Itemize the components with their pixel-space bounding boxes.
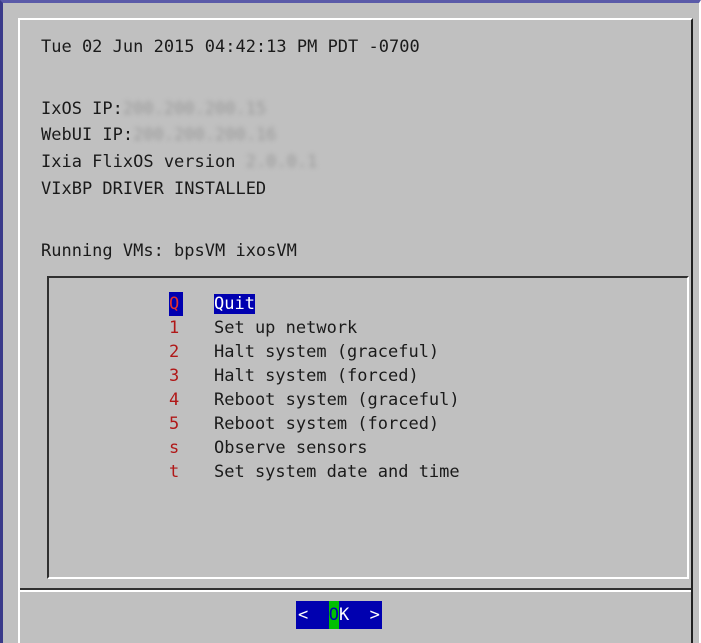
datetime-text: Tue 02 Jun 2015 04:42:13 PM PDT -0700 (41, 37, 420, 57)
menu-list: Q Quit 1 Set up network 2 Halt system (grac… (47, 276, 689, 579)
menu-key: s (169, 438, 180, 458)
menu-item-halt-graceful[interactable]: 2 Halt system (graceful) (169, 340, 439, 364)
webui-ip-row: WebUI IP:200.200.200.16 (41, 124, 276, 146)
menu-label: Set system date and time (214, 462, 460, 482)
menu-item-quit[interactable]: Q Quit (169, 292, 255, 316)
flixos-version-value: 2.0.0.1 (245, 152, 318, 172)
menu-label: Quit (214, 294, 255, 314)
running-vms-text: Running VMs: bpsVM ixosVM (41, 241, 297, 261)
menu-item-reboot-forced[interactable]: 5 Reboot system (forced) (169, 412, 439, 436)
webui-ip-label: WebUI IP: (41, 125, 134, 145)
webui-ip-value: 200.200.200.16 (133, 125, 277, 145)
menu-key: 3 (169, 366, 180, 386)
ixos-ip-label: IxOS IP: (41, 99, 123, 119)
ok-rest: K > (338, 605, 380, 625)
menu-key: t (169, 462, 180, 482)
menu-key: 5 (169, 414, 180, 434)
ok-hotkey: O (328, 601, 339, 629)
menu-item-observe-sensors[interactable]: s Observe sensors (169, 436, 368, 460)
driver-status-text: VIxBP DRIVER INSTALLED (41, 179, 267, 199)
menu-label: Halt system (graceful) (214, 342, 440, 362)
menu-label: Set up network (214, 318, 358, 338)
dialog-panel: Tue 02 Jun 2015 04:42:13 PM PDT -0700 Ix… (18, 18, 693, 643)
menu-key: 4 (169, 390, 180, 410)
menu-item-setup-network[interactable]: 1 Set up network (169, 316, 357, 340)
ok-left-bracket: < (298, 605, 329, 625)
menu-label: Reboot system (graceful) (214, 390, 460, 410)
flixos-version-row: Ixia FlixOS version 2.0.0.1 (41, 151, 317, 173)
menu-key: Q (169, 292, 183, 316)
menu-key: 2 (169, 342, 180, 362)
menu-label: Observe sensors (214, 438, 368, 458)
menu-item-halt-forced[interactable]: 3 Halt system (forced) (169, 364, 419, 388)
ok-button[interactable]: < OK > (296, 601, 382, 629)
button-separator (20, 588, 691, 592)
menu-label: Halt system (forced) (214, 366, 419, 386)
ixos-ip-value: 200.200.200.15 (122, 99, 267, 119)
menu-item-reboot-graceful[interactable]: 4 Reboot system (graceful) (169, 388, 460, 412)
menu-item-set-date-time[interactable]: t Set system date and time (169, 460, 460, 484)
menu-key: 1 (169, 318, 180, 338)
flixos-version-label: Ixia FlixOS version (41, 152, 246, 172)
menu-label: Reboot system (forced) (214, 414, 440, 434)
ixos-ip-row: IxOS IP:200.200.200.15 (41, 98, 266, 120)
